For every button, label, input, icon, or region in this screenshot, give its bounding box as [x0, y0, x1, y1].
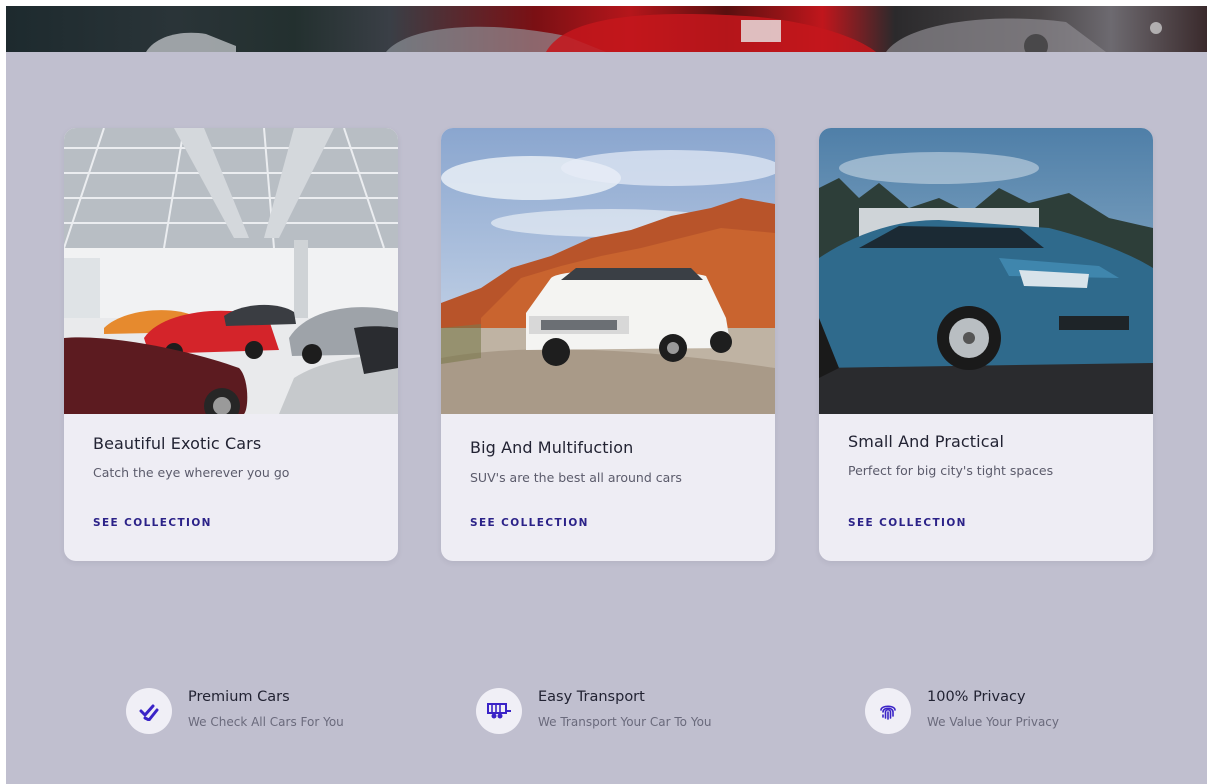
feature-title: Easy Transport	[538, 689, 645, 705]
white-suv-desert-photo	[441, 128, 775, 414]
feature-title: 100% Privacy	[927, 689, 1026, 705]
collection-card-compact: Small And Practical Perfect for big city…	[819, 128, 1153, 561]
page: Beautiful Exotic Cars Catch the eye wher…	[6, 6, 1207, 784]
hero-cars-illustration	[146, 13, 1162, 52]
blue-hatchback-photo	[819, 128, 1153, 414]
feature-description: We Value Your Privacy	[927, 715, 1060, 729]
card-title: Small And Practical	[848, 432, 1005, 451]
see-collection-link[interactable]: SEE COLLECTION	[93, 517, 212, 529]
fingerprint-icon	[865, 688, 911, 734]
card-description: Catch the eye wherever you go	[93, 465, 290, 480]
hero-banner-image	[6, 6, 1207, 52]
see-collection-link[interactable]: SEE COLLECTION	[848, 517, 967, 529]
card-title: Big And Multifuction	[470, 438, 634, 457]
collection-card-exotic: Beautiful Exotic Cars Catch the eye wher…	[64, 128, 398, 561]
feature-description: We Transport Your Car To You	[538, 715, 712, 729]
see-collection-link[interactable]: SEE COLLECTION	[470, 517, 589, 529]
card-title: Beautiful Exotic Cars	[93, 434, 262, 453]
feature-title: Premium Cars	[188, 689, 290, 705]
feature-description: We Check All Cars For You	[188, 715, 344, 729]
double-check-icon	[126, 688, 172, 734]
trailer-icon	[476, 688, 522, 734]
showroom-exotic-cars-photo	[64, 128, 398, 414]
card-description: Perfect for big city's tight spaces	[848, 463, 1054, 478]
card-description: SUV's are the best all around cars	[470, 470, 682, 485]
collection-card-suv: Big And Multifuction SUV's are the best …	[441, 128, 775, 561]
